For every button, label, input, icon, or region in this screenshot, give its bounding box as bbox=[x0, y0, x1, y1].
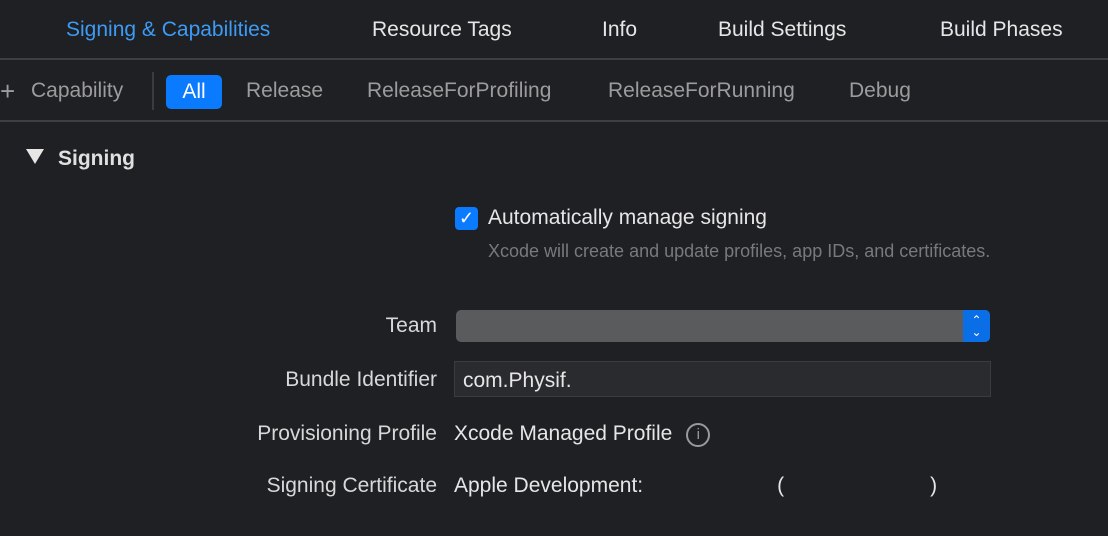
info-icon[interactable]: i bbox=[686, 423, 711, 447]
section-title: Signing bbox=[58, 147, 135, 170]
editor-tab-bar: Signing & Capabilities Resource Tags Inf… bbox=[0, 0, 1108, 60]
tab-info[interactable]: Info bbox=[602, 18, 637, 42]
cert-paren-close: ) bbox=[930, 474, 938, 497]
tab-signing-capabilities[interactable]: Signing & Capabilities bbox=[66, 18, 270, 42]
provisioning-profile-value: Xcode Managed Profile i bbox=[454, 422, 711, 447]
cert-text: Apple Development: bbox=[454, 474, 644, 497]
filter-release-for-profiling[interactable]: ReleaseForProfiling bbox=[367, 79, 551, 103]
bundle-identifier-field[interactable]: com.Physif. bbox=[454, 361, 991, 397]
add-capability-button[interactable]: Capability bbox=[31, 79, 123, 103]
filter-all[interactable]: All bbox=[166, 75, 222, 109]
filter-release[interactable]: Release bbox=[246, 79, 323, 103]
team-popup[interactable]: ⌃ ⌄ bbox=[456, 310, 990, 342]
tab-resource-tags[interactable]: Resource Tags bbox=[372, 18, 512, 42]
chevron-up-down-icon: ⌃ ⌄ bbox=[963, 310, 990, 342]
checkmark-icon: ✓ bbox=[458, 208, 475, 228]
bundle-identifier-label: Bundle Identifier bbox=[285, 368, 437, 391]
tab-build-settings[interactable]: Build Settings bbox=[718, 18, 846, 42]
plus-icon[interactable]: + bbox=[0, 78, 15, 104]
team-label: Team bbox=[385, 314, 437, 337]
disclosure-triangle-icon[interactable] bbox=[26, 149, 44, 164]
auto-manage-signing-checkbox[interactable]: ✓ bbox=[455, 207, 478, 230]
provisioning-profile-label: Provisioning Profile bbox=[257, 422, 437, 445]
cert-paren-open: ( bbox=[777, 474, 785, 497]
profile-text: Xcode Managed Profile bbox=[454, 422, 673, 445]
signing-certificate-label: Signing Certificate bbox=[266, 474, 437, 497]
divider bbox=[152, 72, 154, 110]
filter-release-for-running[interactable]: ReleaseForRunning bbox=[608, 79, 795, 103]
auto-manage-signing-label: Automatically manage signing bbox=[488, 206, 767, 229]
auto-manage-hint: Xcode will create and update profiles, a… bbox=[488, 241, 991, 261]
filter-debug[interactable]: Debug bbox=[849, 79, 911, 103]
signing-certificate-value: Apple Development: () bbox=[454, 474, 937, 498]
signing-section-header[interactable]: Signing bbox=[26, 147, 135, 171]
tab-build-phases[interactable]: Build Phases bbox=[940, 18, 1063, 42]
configuration-filter-bar: + Capability All Release ReleaseForProfi… bbox=[0, 60, 1108, 122]
